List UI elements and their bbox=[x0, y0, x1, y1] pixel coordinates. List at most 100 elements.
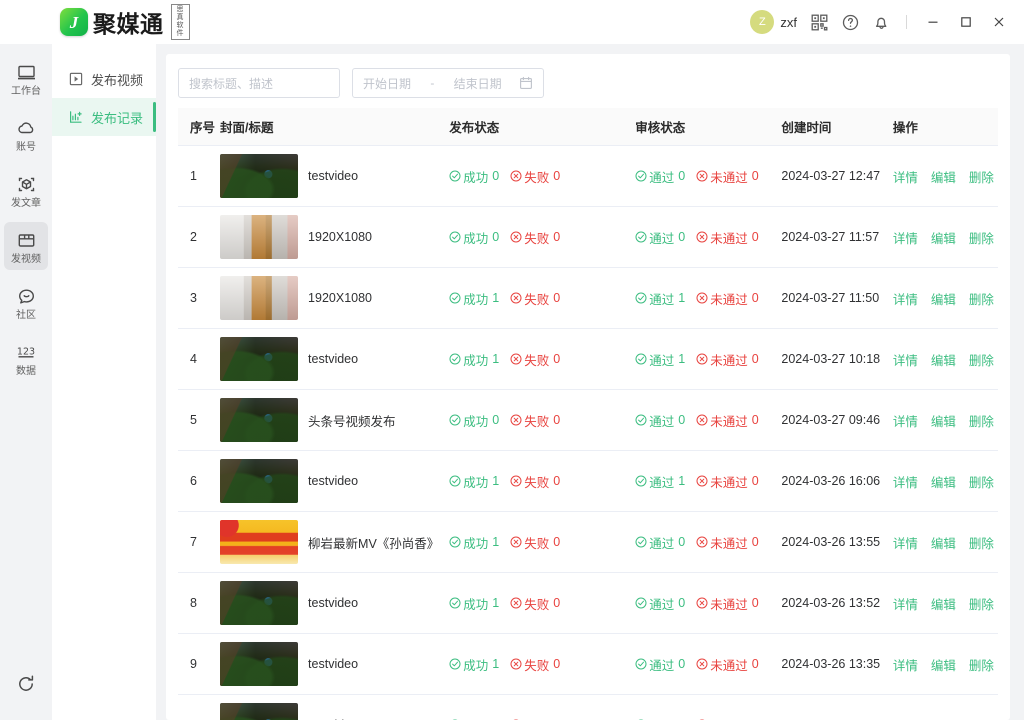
cell-audit-status: 通过0未通过0 bbox=[635, 634, 781, 695]
delete-link[interactable]: 删除 bbox=[969, 232, 994, 246]
delete-link[interactable]: 删除 bbox=[969, 171, 994, 185]
publish-success-label: 成功 bbox=[463, 472, 488, 491]
video-thumbnail[interactable] bbox=[220, 398, 298, 442]
cell-created-time: 2024-03-26 13:52 bbox=[781, 573, 892, 634]
bell-icon[interactable] bbox=[871, 12, 891, 32]
detail-link[interactable]: 详情 bbox=[893, 476, 918, 490]
video-thumbnail[interactable] bbox=[220, 276, 298, 320]
cell-actions: 详情编辑删除 bbox=[893, 512, 998, 573]
detail-link[interactable]: 详情 bbox=[893, 354, 918, 368]
audit-passed-count: 0 bbox=[678, 413, 685, 427]
audit-notpassed-count: 0 bbox=[752, 474, 759, 488]
edit-link[interactable]: 编辑 bbox=[931, 171, 956, 185]
detail-link[interactable]: 详情 bbox=[893, 659, 918, 673]
col-actions: 操作 bbox=[893, 108, 998, 146]
close-circle-icon bbox=[696, 231, 708, 243]
publish-success-stat: 成功1 bbox=[449, 350, 499, 369]
delete-link[interactable]: 删除 bbox=[969, 537, 994, 551]
video-thumbnail[interactable] bbox=[220, 459, 298, 503]
edit-link[interactable]: 编辑 bbox=[931, 293, 956, 307]
rail-item-account[interactable]: 账号 bbox=[4, 110, 48, 158]
audit-notpassed-stat: 未通过0 bbox=[696, 594, 758, 613]
check-circle-icon bbox=[449, 353, 461, 365]
detail-link[interactable]: 详情 bbox=[893, 232, 918, 246]
search-input[interactable]: 搜索标题、描述 bbox=[178, 68, 340, 98]
audit-notpassed-stat: 未通过0 bbox=[696, 411, 758, 430]
delete-link[interactable]: 删除 bbox=[969, 659, 994, 673]
video-thumbnail[interactable] bbox=[220, 703, 298, 720]
publish-fail-stat: 失败0 bbox=[510, 289, 560, 308]
cell-actions: 详情编辑删除 bbox=[893, 207, 998, 268]
monitor-icon bbox=[16, 61, 37, 83]
video-title: 柳岩最新MV《孙尚香》 bbox=[308, 533, 439, 552]
date-range-picker[interactable]: 开始日期 - 结束日期 bbox=[352, 68, 544, 98]
content-card: 搜索标题、描述 开始日期 - 结束日期 bbox=[166, 54, 1010, 720]
video-title: testvideo bbox=[308, 352, 358, 366]
table-head: 序号 封面/标题 发布状态 审核状态 创建时间 操作 bbox=[178, 108, 998, 146]
audit-passed-count: 0 bbox=[678, 657, 685, 671]
refresh-icon[interactable] bbox=[15, 673, 37, 698]
sidebar-item-publish-video[interactable]: 发布视频 bbox=[52, 60, 156, 98]
audit-notpassed-count: 0 bbox=[752, 352, 759, 366]
audit-notpassed-label: 未通过 bbox=[710, 655, 748, 674]
video-thumbnail[interactable] bbox=[220, 520, 298, 564]
delete-link[interactable]: 删除 bbox=[969, 598, 994, 612]
minimize-button[interactable] bbox=[922, 11, 944, 33]
detail-link[interactable]: 详情 bbox=[893, 537, 918, 551]
audit-passed-stat: 通过1 bbox=[635, 350, 685, 369]
edit-link[interactable]: 编辑 bbox=[931, 659, 956, 673]
edit-link[interactable]: 编辑 bbox=[931, 537, 956, 551]
table-row: 5头条号视频发布成功0失败0通过0未通过02024-03-27 09:46详情编… bbox=[178, 390, 998, 451]
video-thumbnail[interactable] bbox=[220, 337, 298, 381]
delete-link[interactable]: 删除 bbox=[969, 476, 994, 490]
cell-cover-title: testvideo bbox=[220, 573, 449, 634]
rail-item-publish-article[interactable]: 发文章 bbox=[4, 166, 48, 214]
rail-item-publish-video[interactable]: 发视频 bbox=[4, 222, 48, 270]
title-bar-divider bbox=[906, 15, 907, 29]
detail-link[interactable]: 详情 bbox=[893, 598, 918, 612]
sidebar-item-publish-record[interactable]: 发布记录 bbox=[52, 98, 156, 136]
video-title: testvideo bbox=[308, 596, 358, 610]
cell-index: 5 bbox=[178, 390, 220, 451]
audit-notpassed-label: 未通过 bbox=[710, 533, 748, 552]
edit-link[interactable]: 编辑 bbox=[931, 354, 956, 368]
table-row: 21920X1080成功0失败0通过0未通过02024-03-27 11:57详… bbox=[178, 207, 998, 268]
edit-link[interactable]: 编辑 bbox=[931, 415, 956, 429]
detail-link[interactable]: 详情 bbox=[893, 293, 918, 307]
video-thumbnail[interactable] bbox=[220, 154, 298, 198]
publish-fail-label: 失败 bbox=[524, 350, 549, 369]
publish-fail-label: 失败 bbox=[524, 411, 549, 430]
cell-index: 8 bbox=[178, 573, 220, 634]
delete-link[interactable]: 删除 bbox=[969, 293, 994, 307]
audit-passed-count: 0 bbox=[678, 169, 685, 183]
audit-passed-count: 1 bbox=[678, 474, 685, 488]
edit-link[interactable]: 编辑 bbox=[931, 476, 956, 490]
publish-fail-count: 0 bbox=[553, 169, 560, 183]
edit-link[interactable]: 编辑 bbox=[931, 598, 956, 612]
video-thumbnail[interactable] bbox=[220, 642, 298, 686]
publish-fail-stat: 失败0 bbox=[510, 167, 560, 186]
brand-badge: 思真 软件 bbox=[171, 4, 190, 40]
delete-link[interactable]: 删除 bbox=[969, 415, 994, 429]
qrcode-icon[interactable] bbox=[809, 12, 829, 32]
close-button[interactable] bbox=[988, 11, 1010, 33]
edit-link[interactable]: 编辑 bbox=[931, 232, 956, 246]
rail-label: 数据 bbox=[16, 366, 36, 377]
publish-success-stat: 成功0 bbox=[449, 228, 499, 247]
delete-link[interactable]: 删除 bbox=[969, 354, 994, 368]
avatar[interactable]: Z bbox=[750, 10, 774, 34]
video-thumbnail[interactable] bbox=[220, 581, 298, 625]
cell-audit-status: 通过0未通过0 bbox=[635, 390, 781, 451]
video-thumbnail[interactable] bbox=[220, 215, 298, 259]
audit-passed-label: 通过 bbox=[649, 228, 674, 247]
audit-passed-stat: 通过1 bbox=[635, 289, 685, 308]
maximize-button[interactable] bbox=[955, 11, 977, 33]
detail-link[interactable]: 详情 bbox=[893, 415, 918, 429]
rail-item-community[interactable]: 社区 bbox=[4, 278, 48, 326]
help-circle-icon[interactable] bbox=[840, 12, 860, 32]
rail-item-data[interactable]: 123 数据 bbox=[4, 334, 48, 382]
rail-item-workbench[interactable]: 工作台 bbox=[4, 54, 48, 102]
sub-nav: 发布视频 发布记录 bbox=[52, 44, 156, 720]
detail-link[interactable]: 详情 bbox=[893, 171, 918, 185]
table-row: 7柳岩最新MV《孙尚香》成功1失败0通过0未通过02024-03-26 13:5… bbox=[178, 512, 998, 573]
